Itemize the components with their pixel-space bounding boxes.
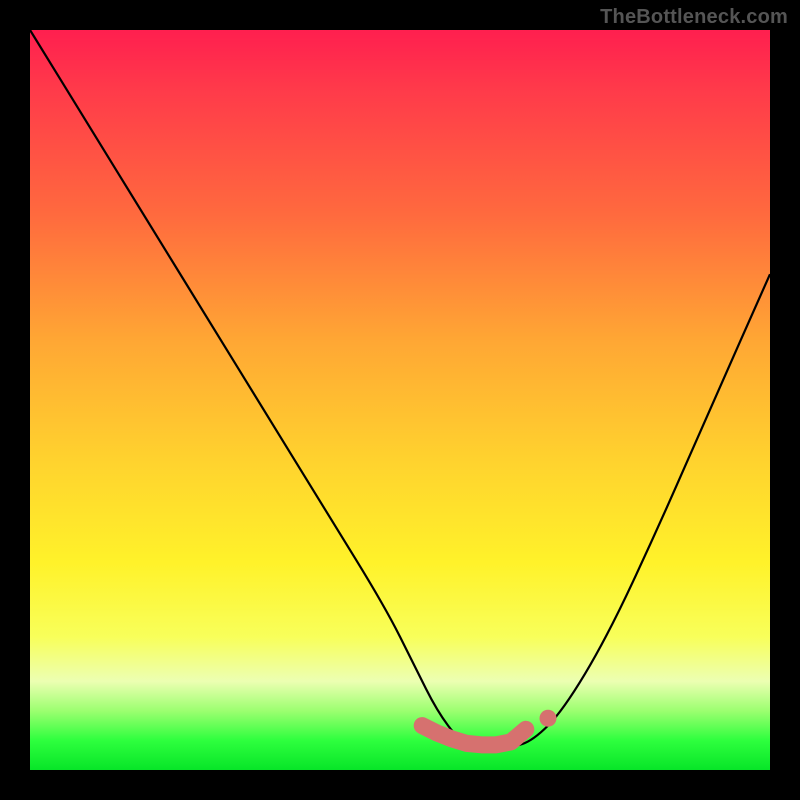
bottom-marker-dot: [540, 710, 557, 727]
attribution-label: TheBottleneck.com: [600, 6, 788, 29]
bottom-marker-group: [422, 710, 556, 745]
bottom-marker-worm: [422, 726, 526, 745]
plot-area: [30, 30, 770, 770]
chart-frame: TheBottleneck.com: [0, 0, 800, 800]
curve-layer: [30, 30, 770, 770]
bottleneck-curve: [30, 30, 770, 748]
